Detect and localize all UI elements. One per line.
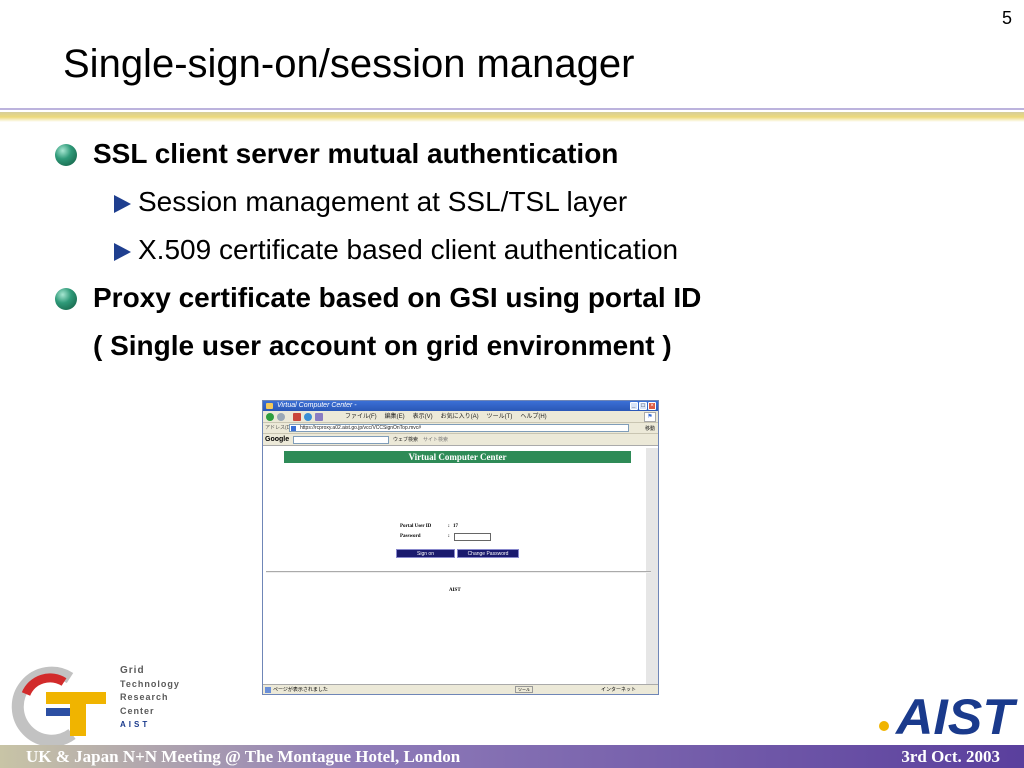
gtrc-lettering: Grid Technology Research Center AIST [120, 664, 180, 732]
bullet-text: Proxy certificate based on GSI using por… [93, 282, 702, 313]
page-icon [291, 426, 296, 431]
maximize-icon[interactable]: □ [639, 402, 647, 410]
google-site-search-button[interactable]: サイト検索 [423, 434, 448, 446]
gtrc-t-stem-icon [70, 692, 86, 736]
sub-bullet-item: Session management at SSL/TSL layer [50, 180, 990, 228]
home-icon[interactable] [315, 413, 323, 421]
browser-status-bar: ページが表示されました ツール インターネット [263, 684, 658, 694]
menu-view[interactable]: 表示(V) [413, 411, 433, 423]
refresh-icon[interactable] [304, 413, 312, 421]
browser-screenshot: Virtual Computer Center - _ □ × ファイル(F) … [262, 400, 659, 695]
google-logo: Google [265, 436, 290, 443]
windows-logo-icon: ⚑ [644, 412, 656, 422]
bullet-continuation: ( Single user account on grid environmen… [50, 324, 990, 372]
globe-bullet-icon [55, 288, 77, 310]
bullet-item: SSL client server mutual authentication [50, 132, 990, 180]
arrow-bullet-icon [114, 243, 131, 261]
gtrc-line: Center [120, 705, 155, 716]
portal-user-value: 17 [453, 524, 458, 529]
sign-on-button[interactable]: Sign on [396, 549, 455, 558]
browser-app-icon [266, 403, 273, 409]
google-search-input[interactable] [293, 436, 389, 444]
google-toolbar: Google ウェブ検索 サイト検索 [263, 434, 658, 446]
bullet-item: Proxy certificate based on GSI using por… [50, 276, 990, 324]
menu-help[interactable]: ヘルプ(H) [520, 411, 546, 423]
aist-logo-text: AIST [894, 689, 1018, 740]
address-label: アドレス(D) [265, 425, 292, 431]
arrow-bullet-icon [114, 195, 131, 213]
gtrc-line: AIST [120, 720, 151, 729]
window-controls: _ □ × [630, 402, 656, 410]
address-url: https://rcproxy.a02.aist.go.jp/vcc/VCCSi… [300, 425, 422, 431]
status-text: ページが表示されました [273, 687, 328, 693]
gtrc-blue-stripe-icon [46, 708, 70, 716]
internet-zone: インターネット [600, 687, 636, 693]
login-buttons: Sign on Change Password [396, 549, 519, 558]
password-input[interactable] [454, 533, 491, 541]
gtrc-line: Technology [120, 678, 180, 689]
browser-page-content: Virtual Computer Center Portal User ID :… [263, 448, 658, 685]
page-number: 5 [1001, 8, 1012, 28]
forward-icon[interactable] [277, 413, 285, 421]
gtrc-line: Research [120, 692, 169, 702]
page-divider [266, 571, 651, 573]
portal-user-label: Portal User ID [400, 524, 432, 529]
globe-bullet-icon [55, 144, 77, 166]
password-sep: : [448, 534, 450, 539]
menu-tools[interactable]: ツール(T) [487, 411, 513, 423]
bullet-text: ( Single user account on grid environmen… [93, 330, 672, 361]
vcc-banner: Virtual Computer Center [284, 451, 631, 463]
aist-logo: AIST [879, 689, 1018, 740]
close-icon[interactable]: × [648, 402, 656, 410]
password-label: Password [400, 534, 421, 539]
stop-icon[interactable] [293, 413, 301, 421]
back-icon[interactable] [266, 413, 274, 421]
sub-bullet-text: X.509 certificate based client authentic… [138, 234, 679, 265]
minimize-icon[interactable]: _ [630, 402, 638, 410]
bullet-list: SSL client server mutual authentication … [50, 132, 990, 372]
browser-menu-bar: ファイル(F) 編集(E) 表示(V) お気に入り(A) ツール(T) ヘルプ(… [345, 411, 547, 423]
title-rule [0, 108, 1024, 122]
sub-bullet-item: X.509 certificate based client authentic… [50, 228, 990, 276]
footer-right-text: 3rd Oct. 2003 [901, 747, 1000, 766]
change-password-button[interactable]: Change Password [457, 549, 519, 558]
footer-left-text: UK & Japan N+N Meeting @ The Montague Ho… [26, 747, 461, 766]
gtrc-line: Grid [120, 665, 145, 676]
status-box: ツール [515, 686, 533, 693]
menu-favorites[interactable]: お気に入り(A) [441, 411, 479, 423]
browser-window-title: Virtual Computer Center - [277, 402, 357, 409]
slide-title: Single-sign-on/session manager [63, 42, 635, 86]
portal-user-sep: : [448, 524, 450, 529]
page-footer-text: AIST [449, 588, 461, 593]
browser-toolbar: ファイル(F) 編集(E) 表示(V) お気に入り(A) ツール(T) ヘルプ(… [263, 411, 658, 423]
status-page-icon [265, 687, 271, 693]
menu-file[interactable]: ファイル(F) [345, 411, 377, 423]
sub-bullet-text: Session management at SSL/TSL layer [138, 186, 628, 217]
bullet-text: SSL client server mutual authentication [93, 138, 619, 169]
address-input[interactable]: https://rcproxy.a02.aist.go.jp/vcc/VCCSi… [289, 424, 629, 432]
menu-edit[interactable]: 編集(E) [385, 411, 405, 423]
browser-titlebar: Virtual Computer Center - _ □ × [263, 401, 658, 411]
gtrc-red-arc-icon [21, 673, 67, 697]
aist-dot-icon [879, 721, 889, 731]
browser-address-bar: アドレス(D) https://rcproxy.a02.aist.go.jp/v… [263, 423, 658, 434]
google-web-search-button[interactable]: ウェブ検索 [393, 434, 418, 446]
